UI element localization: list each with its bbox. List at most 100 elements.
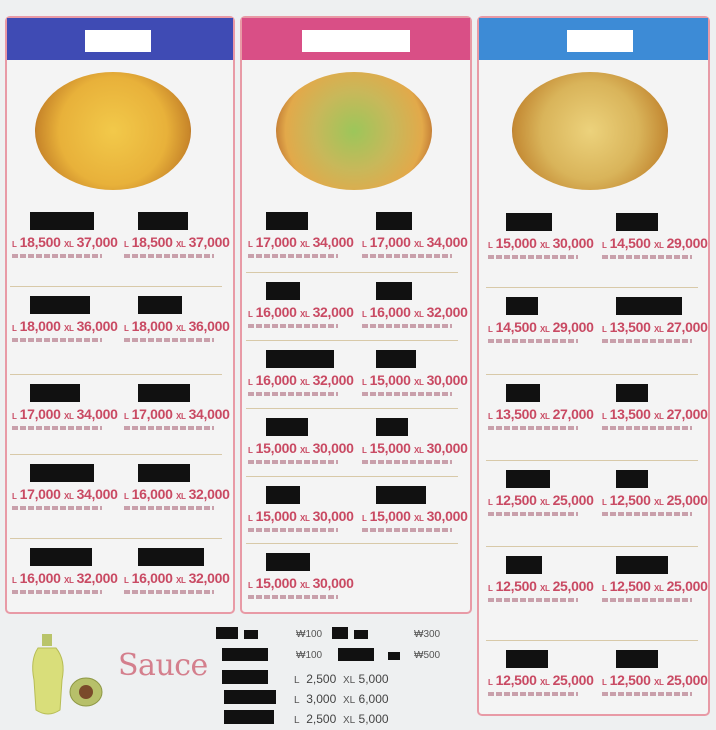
price-l: 15,000 <box>255 575 297 591</box>
price-xl: 30,000 <box>426 440 468 456</box>
menu-item-price: L 12,500 XL 25,000 <box>602 672 708 688</box>
menu-item-name <box>616 556 668 574</box>
price-xl: 30,000 <box>312 508 354 524</box>
size-label-l: L <box>12 240 17 249</box>
price-xl: 32,000 <box>188 570 230 586</box>
price-l: 18,500 <box>19 234 61 250</box>
size-label-xl: XL <box>299 378 310 387</box>
menu-item-name <box>506 556 542 574</box>
size-label-xl: XL <box>539 412 550 421</box>
side-row-1: L 2,500 XL 5,000 <box>294 672 389 686</box>
price-l: 13,500 <box>609 406 651 422</box>
price-xl: 37,000 <box>188 234 230 250</box>
price-xl: 36,000 <box>188 318 230 334</box>
sauce-name-2b <box>354 630 368 639</box>
menu-item-name <box>376 212 412 230</box>
size-label-l: L <box>12 492 17 501</box>
menu-item-price: L 12,500 XL 25,000 <box>488 672 594 688</box>
menu-item-name <box>506 384 540 402</box>
menu-item-price: L 15,000 XL 30,000 <box>248 575 354 591</box>
sauce-name-3 <box>222 648 268 661</box>
size-label-xl: XL <box>539 584 550 593</box>
price-l: 18,000 <box>19 318 61 334</box>
price-l: 16,000 <box>255 304 297 320</box>
menu-item-description <box>488 598 578 602</box>
price-l: 17,000 <box>19 406 61 422</box>
menu-item-price: L 17,000 XL 34,000 <box>12 406 118 422</box>
size-label-xl: XL <box>539 498 550 507</box>
price-xl: 34,000 <box>426 234 468 250</box>
size-label-l: L <box>12 324 17 333</box>
menu-item-price: L 15,000 XL 30,000 <box>362 440 468 456</box>
price-xl: 27,000 <box>666 406 708 422</box>
menu-item-description <box>248 528 338 532</box>
price-l: 15,000 <box>369 440 411 456</box>
price-l: 12,500 <box>609 578 651 594</box>
price-xl: 34,000 <box>76 486 118 502</box>
sauce-price-3: ₩100 <box>296 650 323 661</box>
row-separator <box>10 286 222 287</box>
sauce-price-1: ₩100 <box>296 629 323 640</box>
row-separator <box>486 460 698 461</box>
menu-item-name <box>506 213 552 231</box>
pizza-image-2 <box>276 72 432 190</box>
menu-item-description <box>248 254 338 258</box>
menu-item-description <box>362 324 452 328</box>
menu-item-price: L 18,000 XL 36,000 <box>124 318 230 334</box>
size-label-xl: XL <box>413 378 424 387</box>
row-separator <box>246 476 458 477</box>
price-xl: 25,000 <box>666 492 708 508</box>
price-xl: 29,000 <box>666 235 708 251</box>
menu-item-price: L 17,000 XL 34,000 <box>248 234 354 250</box>
price-xl: 32,000 <box>312 304 354 320</box>
row-separator <box>10 374 222 375</box>
price-l: 18,000 <box>131 318 173 334</box>
menu-item-name <box>30 212 94 230</box>
price-xl: 30,000 <box>426 372 468 388</box>
price-l: 13,500 <box>495 406 537 422</box>
menu-item-price: L 18,500 XL 37,000 <box>12 234 118 250</box>
size-label-xl: XL <box>63 412 74 421</box>
size-label-xl: XL <box>299 514 310 523</box>
size-label-xl: XL <box>63 240 74 249</box>
size-label-xl: XL <box>175 492 186 501</box>
price-xl: 32,000 <box>426 304 468 320</box>
column-1-title-box <box>85 30 151 52</box>
menu-item-name <box>138 296 182 314</box>
pizza-image-3 <box>512 72 668 190</box>
menu-item-price: L 12,500 XL 25,000 <box>602 578 708 594</box>
size-label-xl: XL <box>63 324 74 333</box>
menu-item-description <box>124 506 214 510</box>
menu-item-price: L 16,000 XL 32,000 <box>248 304 354 320</box>
size-label-xl: XL <box>299 446 310 455</box>
menu-item-name <box>30 548 92 566</box>
menu-item-description <box>488 339 578 343</box>
column-1-header-band <box>7 18 233 60</box>
menu-item-price: L 12,500 XL 25,000 <box>488 492 594 508</box>
menu-board: L 18,500 XL 37,000 L 18,500 XL 37,000 L 18,000 … <box>0 0 716 730</box>
price-xl: 30,000 <box>552 235 594 251</box>
menu-item-name <box>138 212 188 230</box>
price-l: 16,000 <box>19 570 61 586</box>
menu-item-price: L 13,500 XL 27,000 <box>488 406 594 422</box>
price-xl: 25,000 <box>552 578 594 594</box>
menu-item-description <box>488 426 578 430</box>
menu-item-name <box>30 464 94 482</box>
menu-item-price: L 18,000 XL 36,000 <box>12 318 118 334</box>
row-separator <box>486 287 698 288</box>
size-label-l: L <box>248 446 253 455</box>
menu-item-name <box>506 470 550 488</box>
size-label-l: L <box>124 240 129 249</box>
size-label-xl: XL <box>63 576 74 585</box>
size-label-xl: XL <box>539 678 550 687</box>
price-xl: 36,000 <box>76 318 118 334</box>
menu-item-price: L 16,000 XL 32,000 <box>124 570 230 586</box>
size-label-l: L <box>248 378 253 387</box>
size-label-xl: XL <box>653 498 664 507</box>
size-label-l: L <box>124 492 129 501</box>
menu-item-price: L 12,500 XL 25,000 <box>488 578 594 594</box>
size-label-l: L <box>362 378 367 387</box>
side-name-3 <box>224 710 274 724</box>
size-label-l: L <box>248 310 253 319</box>
price-xl: 34,000 <box>76 406 118 422</box>
